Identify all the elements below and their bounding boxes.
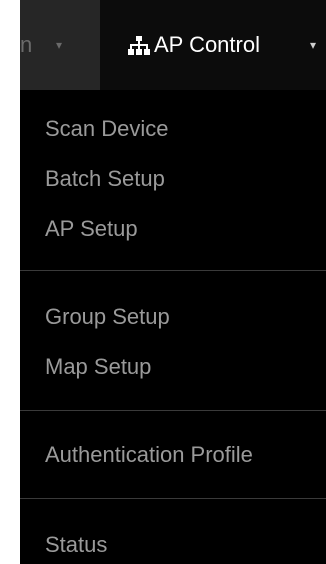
menu-item-batch-setup[interactable]: Batch Setup: [45, 166, 165, 192]
menu-item-status[interactable]: Status: [45, 532, 107, 558]
ap-control-dropdown-menu: Scan Device Batch Setup AP Setup Group S…: [20, 90, 326, 564]
nav-menu-ap-control[interactable]: AP Control ▾: [100, 0, 326, 90]
screen: n ▾ AP Control ▾ Scan Device Batch Setup…: [0, 0, 326, 564]
nav-menu-ap-control-label: AP Control: [154, 32, 260, 57]
menu-divider: [20, 270, 326, 271]
menu-divider: [20, 498, 326, 499]
menu-item-scan-device[interactable]: Scan Device: [45, 116, 169, 142]
menu-item-map-setup[interactable]: Map Setup: [45, 354, 151, 380]
menu-item-group-setup[interactable]: Group Setup: [45, 304, 170, 330]
menu-item-ap-setup[interactable]: AP Setup: [45, 216, 138, 242]
nav-menu-previous[interactable]: n ▾: [20, 0, 100, 90]
chevron-down-icon: ▾: [56, 38, 63, 52]
chevron-down-icon: ▾: [310, 38, 317, 52]
menu-divider: [20, 410, 326, 411]
menu-item-authentication-profile[interactable]: Authentication Profile: [45, 442, 253, 468]
nav-menu-previous-label: n: [20, 32, 33, 57]
sitemap-icon: [128, 36, 150, 55]
top-navbar: n ▾ AP Control ▾: [20, 0, 326, 90]
